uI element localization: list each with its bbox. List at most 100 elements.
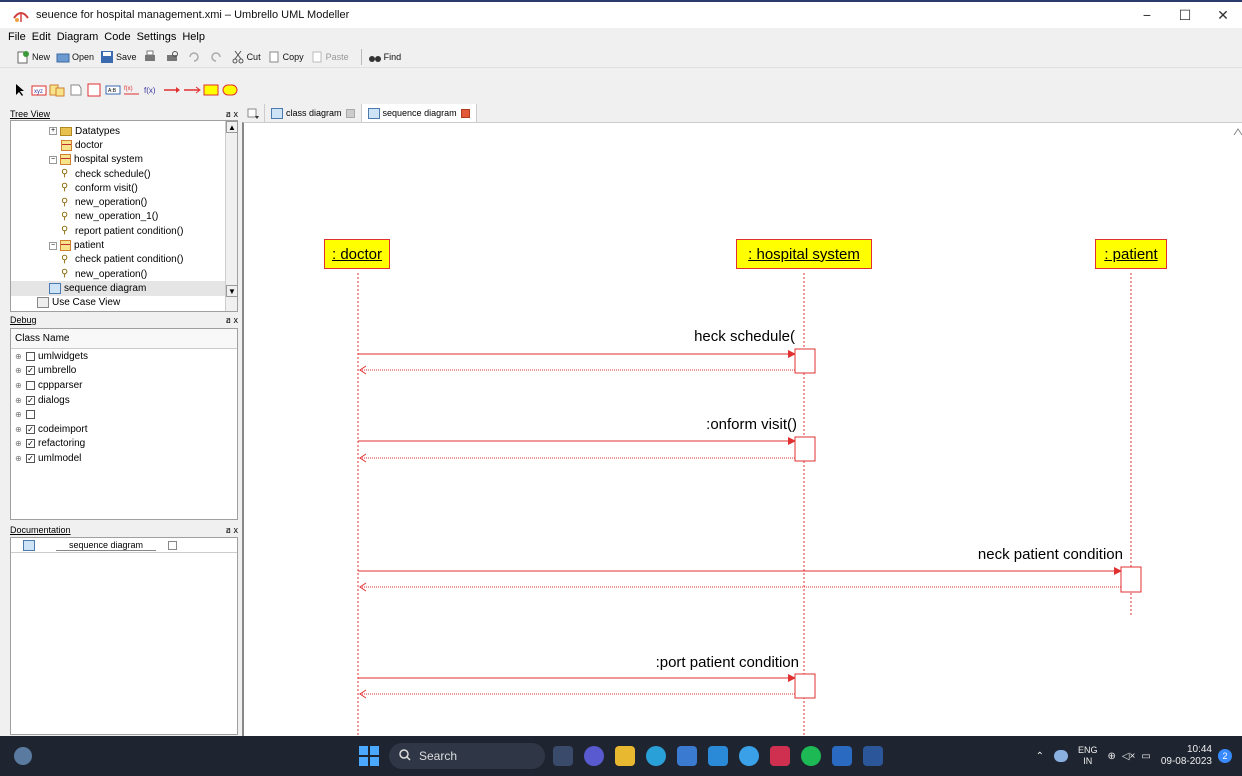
documentation-checkbox[interactable] bbox=[168, 540, 177, 550]
new-button[interactable]: New bbox=[16, 50, 50, 64]
volume-icon[interactable]: ◁× bbox=[1122, 751, 1136, 762]
tree-scrollbar[interactable]: ▲ ▼ bbox=[225, 121, 238, 311]
tray-chevron-up-icon[interactable]: ⌃ bbox=[1036, 751, 1044, 762]
tab-close-icon[interactable] bbox=[460, 108, 470, 118]
tree-item[interactable]: ⚲ new_operation() bbox=[11, 267, 237, 281]
tab-close-icon[interactable] bbox=[345, 108, 355, 118]
notification-badge[interactable]: 2 bbox=[1218, 749, 1232, 763]
select-arrow-tool[interactable] bbox=[12, 82, 29, 98]
message-label-check-schedule[interactable]: heck schedule( bbox=[669, 328, 795, 345]
diagram-canvas[interactable]: : doctor : hospital system : patient hec… bbox=[242, 122, 1242, 736]
minimize-button[interactable]: − bbox=[1128, 2, 1166, 28]
tab-class-diagram[interactable]: class diagram bbox=[265, 104, 362, 122]
debug-row[interactable]: ⊕ bbox=[11, 407, 237, 422]
menu-code[interactable]: Code bbox=[104, 31, 130, 43]
whiteboard-app-icon[interactable] bbox=[708, 746, 728, 766]
note-tool-icon[interactable] bbox=[68, 82, 85, 98]
menu-help[interactable]: Help bbox=[182, 31, 205, 43]
expand-icon[interactable]: ⊕ bbox=[15, 454, 23, 463]
documentation-item-name[interactable]: sequence diagram bbox=[56, 540, 156, 551]
object-tool-icon[interactable]: xyz bbox=[31, 82, 48, 98]
debug-checkbox[interactable]: ✓ bbox=[26, 439, 35, 449]
debug-row[interactable]: ⊕ cppparser bbox=[11, 378, 237, 393]
tree-item[interactable]: − hospital system bbox=[11, 153, 237, 167]
debug-checkbox[interactable]: ✓ bbox=[26, 366, 35, 376]
tree-item[interactable]: ⚲ new_operation_1() bbox=[11, 210, 237, 224]
expand-icon[interactable]: ⊕ bbox=[15, 352, 23, 361]
battery-icon[interactable]: ▭ bbox=[1141, 751, 1150, 762]
teams-chat-icon[interactable] bbox=[584, 746, 604, 766]
rectangle-tool-icon[interactable] bbox=[86, 82, 103, 98]
redo-button[interactable] bbox=[209, 50, 225, 64]
menu-settings[interactable]: Settings bbox=[137, 31, 177, 43]
message-label-check-patient-condition[interactable]: neck patient condition bbox=[957, 546, 1123, 563]
object-hospital-system[interactable]: : hospital system bbox=[736, 239, 872, 269]
scroll-track[interactable] bbox=[226, 133, 237, 285]
tray-app-icon[interactable] bbox=[1053, 750, 1068, 762]
undo-button[interactable] bbox=[187, 50, 203, 64]
edge-browser-icon[interactable] bbox=[646, 746, 666, 766]
close-button[interactable]: ✕ bbox=[1204, 2, 1242, 28]
object-doctor[interactable]: : doctor bbox=[324, 239, 390, 269]
state-tool-icon[interactable] bbox=[222, 82, 239, 98]
spotify-icon[interactable] bbox=[801, 746, 821, 766]
paste-button[interactable]: Paste bbox=[310, 50, 349, 64]
start-button-icon[interactable] bbox=[359, 746, 379, 766]
weather-widget-icon[interactable] bbox=[14, 747, 32, 765]
open-button[interactable]: Open bbox=[56, 50, 94, 64]
tree-view-panel-controls[interactable]: ฮ x bbox=[226, 107, 239, 121]
collapse-icon[interactable]: − bbox=[49, 155, 57, 164]
tree-item[interactable]: sequence diagram bbox=[11, 281, 237, 296]
menu-file[interactable]: File bbox=[8, 31, 26, 43]
expand-icon[interactable]: + bbox=[49, 127, 57, 136]
expand-icon[interactable]: ⊕ bbox=[15, 396, 23, 405]
message-label-report-patient-condition[interactable]: :port patient condition bbox=[629, 654, 799, 671]
word-icon[interactable] bbox=[863, 746, 883, 766]
collapse-icon[interactable]: − bbox=[49, 241, 57, 250]
debug-checkbox[interactable]: ✓ bbox=[26, 424, 35, 434]
mcafee-icon[interactable] bbox=[770, 746, 790, 766]
scroll-down-arrow-icon[interactable]: ▼ bbox=[226, 285, 238, 297]
expand-icon[interactable]: ⊕ bbox=[15, 410, 23, 419]
object-patient[interactable]: : patient bbox=[1095, 239, 1167, 269]
expand-icon[interactable]: ⊕ bbox=[15, 381, 23, 390]
documentation-panel-controls[interactable]: ฮ x bbox=[226, 523, 239, 537]
tree-item[interactable]: ⚲ check patient condition() bbox=[11, 253, 237, 267]
debug-row[interactable]: ⊕ ✓ umlmodel bbox=[11, 451, 237, 466]
tree-item[interactable]: − patient bbox=[11, 238, 237, 252]
debug-row[interactable]: ⊕ ✓ codeimport bbox=[11, 422, 237, 437]
class-tool-icon[interactable] bbox=[49, 82, 66, 98]
tab-sequence-diagram[interactable]: sequence diagram bbox=[361, 104, 477, 122]
debug-row[interactable]: ⊕ ✓ dialogs bbox=[11, 393, 237, 408]
message-label-conform-visit[interactable]: :onform visit() bbox=[684, 416, 797, 433]
debug-row[interactable]: ⊕ ✓ umbrello bbox=[11, 364, 237, 379]
menu-edit[interactable]: Edit bbox=[32, 31, 51, 43]
function-call-tool-icon[interactable]: f(x) bbox=[143, 82, 161, 98]
debug-panel-controls[interactable]: ฮ x bbox=[226, 313, 239, 327]
menu-diagram[interactable]: Diagram bbox=[57, 31, 99, 43]
debug-row[interactable]: ⊕ umlwidgets bbox=[11, 349, 237, 364]
async-message-tool-icon[interactable] bbox=[183, 82, 201, 98]
expand-icon[interactable]: ⊕ bbox=[15, 366, 23, 375]
expand-icon[interactable]: ⊕ bbox=[15, 425, 23, 434]
tree-item[interactable]: Use Case View bbox=[11, 296, 237, 310]
scroll-up-arrow-icon[interactable]: ▲ bbox=[226, 121, 238, 133]
copy-button[interactable]: Copy bbox=[267, 50, 304, 64]
debug-column-header[interactable]: Class Name bbox=[11, 329, 237, 349]
expand-icon[interactable]: ⊕ bbox=[15, 439, 23, 448]
message-tool-icon[interactable]: A:B bbox=[105, 82, 122, 98]
help-app-icon[interactable] bbox=[739, 746, 759, 766]
tree-item[interactable]: + Datatypes bbox=[11, 124, 237, 138]
taskbar-search[interactable]: Search bbox=[389, 743, 545, 769]
network-icon[interactable]: ⊕ bbox=[1107, 751, 1115, 762]
file-explorer-icon[interactable] bbox=[615, 746, 635, 766]
tree-item[interactable]: doctor bbox=[11, 138, 237, 152]
cut-button[interactable]: Cut bbox=[231, 50, 261, 64]
maximize-button[interactable]: ☐ bbox=[1166, 2, 1204, 28]
tree-item[interactable]: ⚲ conform visit() bbox=[11, 181, 237, 195]
print-button[interactable] bbox=[143, 50, 159, 64]
save-button[interactable]: Save bbox=[100, 50, 137, 64]
clock[interactable]: 10:44 09-08-2023 bbox=[1161, 744, 1212, 768]
debug-row[interactable]: ⊕ ✓ refactoring bbox=[11, 437, 237, 452]
language-indicator[interactable]: ENG IN bbox=[1078, 745, 1098, 767]
